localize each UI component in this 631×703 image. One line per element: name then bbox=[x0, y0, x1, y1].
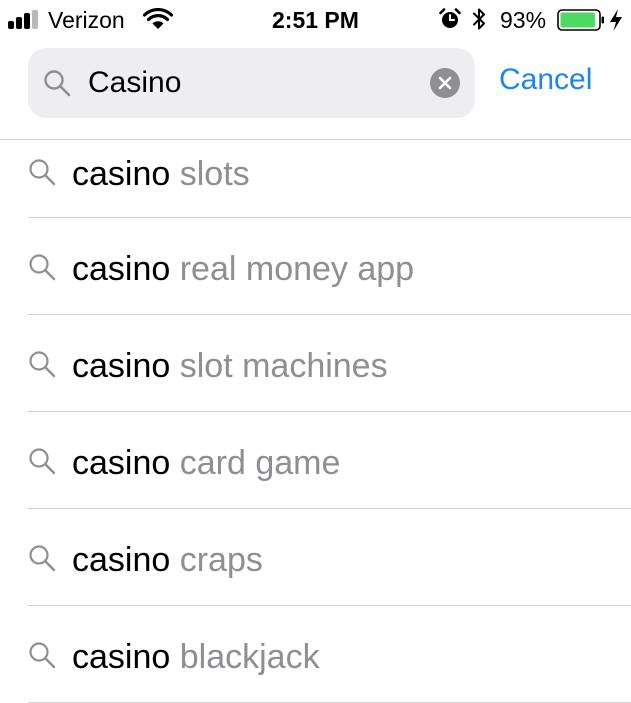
suggestion-text: casino slot machines bbox=[72, 346, 388, 386]
search-icon bbox=[29, 254, 56, 281]
search-icon bbox=[29, 351, 56, 378]
bluetooth-icon bbox=[473, 8, 485, 30]
search-icon bbox=[44, 70, 71, 97]
suggestion-typed-text: casino bbox=[72, 638, 171, 676]
suggestion-completion-text: slot machines bbox=[170, 347, 388, 385]
wifi-icon bbox=[143, 8, 173, 29]
suggestion-typed-text: casino bbox=[72, 155, 171, 193]
status-bar: Verizon 2:51 PM 93% bbox=[0, 0, 631, 40]
suggestion-typed-text: casino bbox=[72, 444, 171, 482]
alarm-icon bbox=[439, 8, 461, 28]
suggestion-item[interactable]: casino real money app bbox=[0, 218, 631, 315]
suggestion-item[interactable]: casino craps bbox=[0, 509, 631, 606]
search-input[interactable] bbox=[88, 61, 428, 105]
signal-icon bbox=[8, 10, 38, 29]
search-icon bbox=[29, 448, 56, 475]
suggestion-completion-text: real money app bbox=[170, 250, 415, 288]
search-icon bbox=[29, 545, 56, 572]
suggestion-completion-text: slots bbox=[170, 155, 250, 193]
suggestion-text: casino craps bbox=[72, 540, 263, 580]
search-icon bbox=[29, 159, 56, 186]
search-field[interactable] bbox=[28, 48, 475, 118]
clock-time: 2:51 PM bbox=[272, 7, 359, 33]
suggestion-list: casino slots casino real money app casino … bbox=[0, 140, 631, 703]
suggestion-item[interactable]: casino blackjack bbox=[0, 606, 631, 703]
suggestion-typed-text: casino bbox=[72, 347, 171, 385]
suggestion-completion-text: blackjack bbox=[170, 638, 320, 676]
search-icon bbox=[29, 642, 56, 669]
suggestion-item[interactable]: casino slot machines bbox=[0, 315, 631, 412]
battery-percentage: 93% bbox=[500, 7, 547, 33]
clear-icon bbox=[438, 76, 452, 90]
suggestion-text: casino real money app bbox=[72, 249, 414, 289]
suggestion-completion-text: craps bbox=[170, 541, 263, 579]
battery-icon bbox=[557, 9, 604, 31]
carrier-name: Verizon bbox=[48, 7, 125, 33]
cancel-button[interactable]: Cancel bbox=[499, 60, 592, 100]
suggestion-item[interactable]: casino card game bbox=[0, 412, 631, 509]
charging-bolt-icon bbox=[610, 9, 622, 31]
suggestion-item[interactable]: casino slots bbox=[0, 140, 631, 218]
suggestion-typed-text: casino bbox=[72, 541, 171, 579]
suggestion-text: casino card game bbox=[72, 443, 340, 483]
suggestion-completion-text: card game bbox=[170, 444, 341, 482]
suggestion-text: casino slots bbox=[72, 154, 250, 194]
suggestion-text: casino blackjack bbox=[72, 637, 320, 677]
suggestion-typed-text: casino bbox=[72, 250, 171, 288]
clear-search-button[interactable] bbox=[430, 68, 460, 98]
